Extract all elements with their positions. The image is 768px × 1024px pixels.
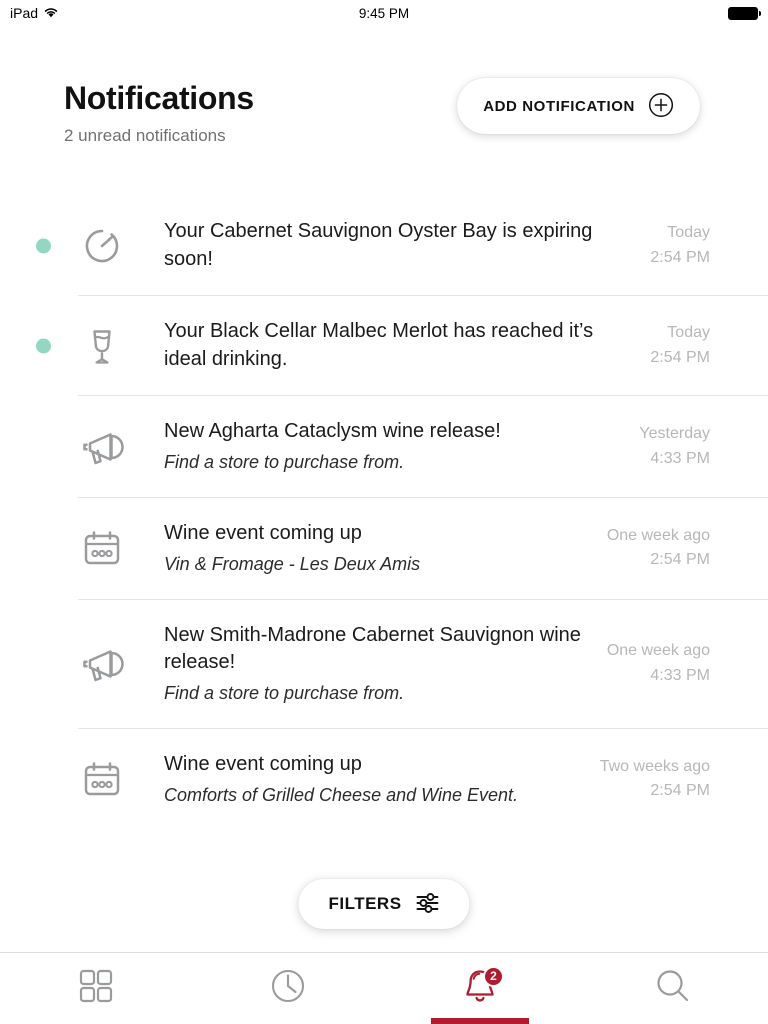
notification-timestamp: Yesterday 4:33 PM [639,422,768,472]
notification-row[interactable]: Your Cabernet Sauvignon Oyster Bay is ex… [36,196,768,297]
calendar-icon [74,751,130,807]
notification-row[interactable]: Your Black Cellar Malbec Merlot has reac… [36,296,768,397]
notification-date: Two weeks ago [599,757,710,775]
filters-label: FILTERS [328,894,402,913]
status-bar-time: 9:45 PM [358,5,410,21]
unread-dot [36,238,51,254]
tab-search[interactable] [576,953,768,1024]
unread-count-label: 2 unread notifications [64,126,226,145]
add-notification-label: ADD NOTIFICATION [483,97,635,115]
notification-date: Yesterday [639,424,710,442]
notification-text: Your Cabernet Sauvignon Oyster Bay is ex… [164,196,634,295]
clock-icon [266,964,310,1013]
unread-dot [36,338,51,354]
notification-time: 2:54 PM [650,248,710,266]
notification-time: 2:54 PM [650,348,710,366]
wine-glass-icon [74,318,130,374]
notification-date: Today [667,223,710,241]
megaphone-icon [74,419,130,475]
notification-time: 4:33 PM [650,449,710,467]
filters-button[interactable]: FILTERS [298,879,470,929]
notification-timestamp: Two weeks ago 2:54 PM [600,755,768,805]
plus-circle-icon [648,92,674,121]
page-title: Notifications [64,80,254,116]
notifications-screen: iPad 9:45 PM Notifications 2 unread noti… [0,0,768,1024]
notification-row[interactable]: New Smith-Madrone Cabernet Sauvignon win… [78,600,768,730]
notification-title: Wine event coming up [164,522,362,545]
notification-subtitle: Vin & Fromage - Les Deux Amis [164,553,421,574]
notification-time: 4:33 PM [650,666,710,684]
calendar-icon [74,520,130,576]
notification-row[interactable]: Wine event coming up Comforts of Grilled… [78,729,768,830]
notification-subtitle: Find a store to purchase from. [164,682,405,703]
tab-history[interactable] [192,953,384,1024]
notification-timestamp: Today 2:54 PM [650,321,768,371]
notifications-badge: 2 [483,965,504,987]
notifications-list: Your Cabernet Sauvignon Oyster Bay is ex… [0,196,768,830]
notification-text: Wine event coming up Comforts of Grilled… [164,729,600,830]
notification-time: 2:54 PM [650,782,710,800]
notification-row[interactable]: New Agharta Cataclysm wine release! Find… [78,396,768,499]
notification-timestamp: Today 2:54 PM [650,221,768,271]
expiring-clock-icon [74,218,130,274]
notification-title: Wine event coming up [164,753,362,776]
tab-bar: 2 [0,952,768,1024]
notification-title: New Agharta Cataclysm wine release! [164,420,501,443]
tab-notifications[interactable]: 2 [384,953,576,1024]
notification-title: New Smith-Madrone Cabernet Sauvignon win… [164,623,581,674]
add-notification-button[interactable]: ADD NOTIFICATION [457,78,700,134]
notification-subtitle: Comforts of Grilled Cheese and Wine Even… [164,784,518,805]
active-tab-indicator [431,1017,529,1024]
notification-timestamp: One week ago 4:33 PM [607,639,768,689]
megaphone-icon [74,636,130,692]
search-icon [650,964,694,1013]
notification-row[interactable]: Wine event coming up Vin & Fromage - Les… [78,498,768,600]
notification-timestamp: One week ago 2:54 PM [607,524,768,574]
notification-text: Wine event coming up Vin & Fromage - Les… [164,498,607,599]
notification-text: Your Black Cellar Malbec Merlot has reac… [164,296,634,395]
grid-icon [74,964,118,1013]
sliders-icon [416,892,440,917]
notification-title: Your Cabernet Sauvignon Oyster Bay is ex… [164,220,593,270]
notification-date: One week ago [606,642,710,660]
notification-title: Your Black Cellar Malbec Merlot has reac… [164,320,594,370]
status-bar-right [728,6,761,20]
notification-date: One week ago [606,526,710,544]
notification-time: 2:54 PM [650,551,710,569]
page-header: Notifications 2 unread notifications ADD… [0,72,768,162]
battery-full-icon [728,6,761,20]
notification-text: New Agharta Cataclysm wine release! Find… [164,396,634,497]
notification-date: Today [667,323,710,341]
status-bar: iPad 9:45 PM [0,0,768,26]
tab-grid[interactable] [0,953,192,1024]
notification-text: New Smith-Madrone Cabernet Sauvignon win… [164,600,607,728]
notification-subtitle: Find a store to purchase from. [164,451,405,472]
